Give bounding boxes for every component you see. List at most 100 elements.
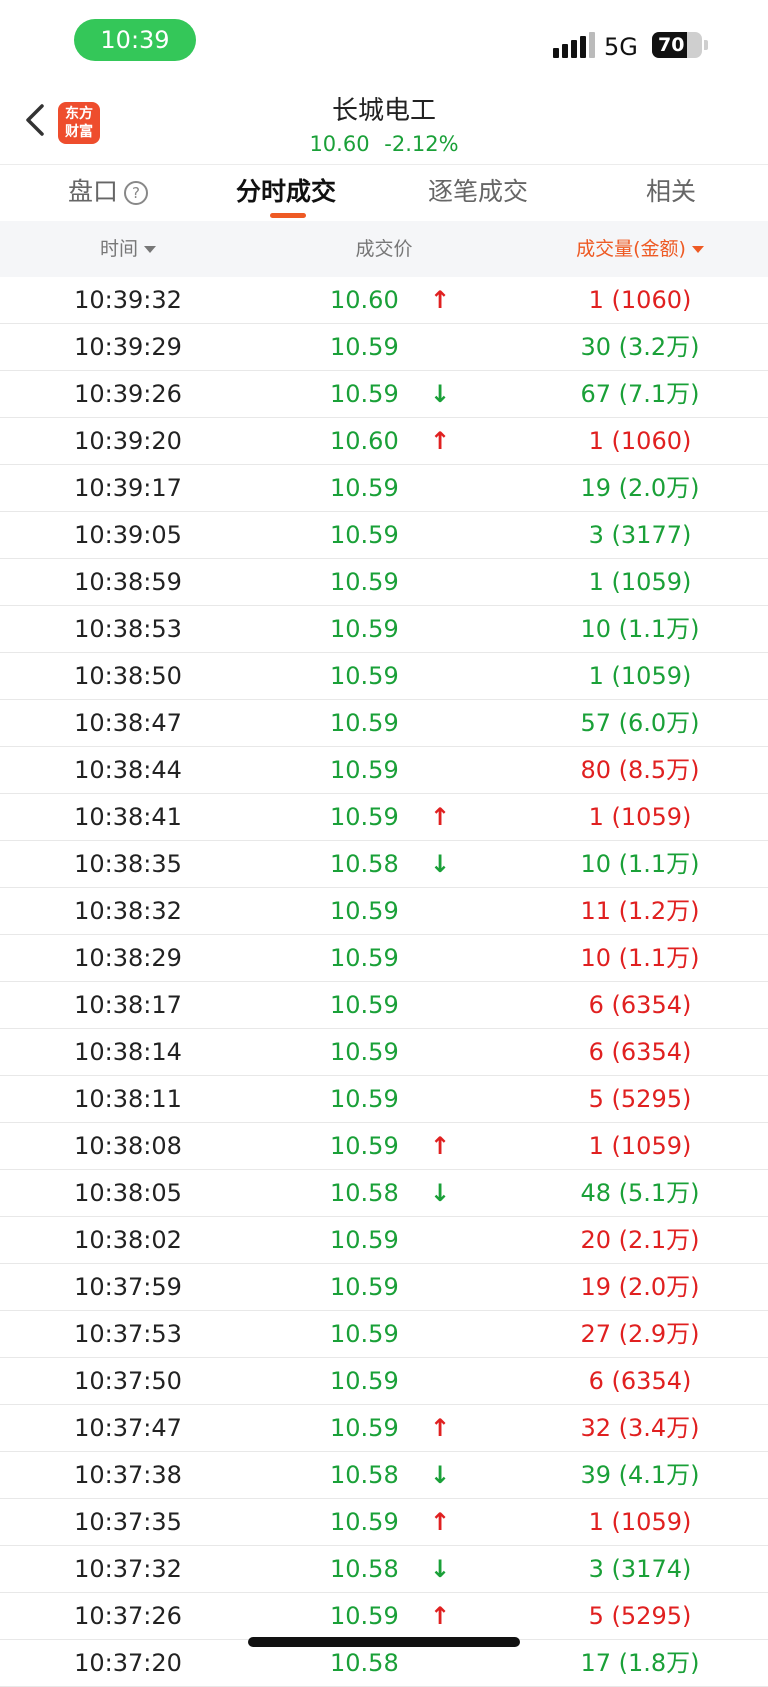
trade-time: 10:38:14: [74, 1038, 182, 1066]
trade-price: 10.59: [330, 944, 399, 972]
trade-price: 10.59: [330, 1226, 399, 1254]
trade-time: 10:39:17: [74, 474, 182, 502]
home-indicator: [248, 1637, 520, 1647]
table-row: 10:37:53 10.59 27 (2.9万): [0, 1311, 768, 1358]
stock-name: 长城电工: [331, 96, 436, 126]
table-row: 10:38:17 10.59 6 (6354): [0, 982, 768, 1029]
trade-volume: 10 (1.1万): [580, 850, 700, 878]
trade-time: 10:37:20: [74, 1649, 182, 1677]
col-volume[interactable]: 成交量(金额): [512, 221, 768, 277]
trade-time: 10:39:32: [74, 286, 182, 314]
trade-time: 10:39:29: [74, 333, 182, 361]
table-row: 10:37:32 10.58 ↓ 3 (3174): [0, 1546, 768, 1593]
trade-volume: 30 (3.2万): [580, 333, 700, 361]
trade-volume: 20 (2.1万): [580, 1226, 700, 1254]
table-row: 10:38:14 10.59 6 (6354): [0, 1029, 768, 1076]
trade-time: 10:39:20: [74, 427, 182, 455]
trade-volume: 1 (1060): [588, 427, 692, 455]
network-type: 5G: [604, 33, 638, 61]
trade-time: 10:38:02: [74, 1226, 182, 1254]
table-row: 10:38:11 10.59 5 (5295): [0, 1076, 768, 1123]
status-time: 10:39: [74, 19, 196, 61]
trade-list[interactable]: 10:39:32 10.60 ↑ 1 (1060) 10:39:29 10.59 30 (3…: [0, 277, 768, 1687]
table-row: 10:39:29 10.59 30 (3.2万): [0, 324, 768, 371]
table-row: 10:38:08 10.59 ↑ 1 (1059): [0, 1123, 768, 1170]
trade-volume: 6 (6354): [588, 1367, 692, 1395]
trade-price: 10.59: [330, 991, 399, 1019]
trade-price: 10.59: [330, 1273, 399, 1301]
table-row: 10:38:05 10.58 ↓ 48 (5.1万): [0, 1170, 768, 1217]
battery-icon: 70: [652, 32, 702, 58]
arrow-down-icon: ↓: [430, 1461, 451, 1489]
table-row: 10:38:50 10.59 1 (1059): [0, 653, 768, 700]
help-icon[interactable]: ?: [124, 181, 149, 205]
arrow-down-icon: ↓: [430, 850, 451, 878]
arrow-up-icon: ↑: [430, 1508, 451, 1536]
column-header: 时间 成交价 成交量(金额): [0, 221, 768, 277]
table-row: 10:39:20 10.60 ↑ 1 (1060): [0, 418, 768, 465]
trade-volume: 6 (6354): [588, 1038, 692, 1066]
trade-time: 10:37:32: [74, 1555, 182, 1583]
trade-price: 10.59: [330, 521, 399, 549]
table-row: 10:37:20 10.58 17 (1.8万): [0, 1640, 768, 1687]
trade-volume: 3 (3177): [588, 521, 692, 549]
trade-volume: 3 (3174): [588, 1555, 692, 1583]
trade-time: 10:38:35: [74, 850, 182, 878]
trade-price: 10.59: [330, 474, 399, 502]
tab-zhubi[interactable]: 逐笔成交: [428, 175, 528, 209]
tab-pankou[interactable]: 盘口?: [68, 175, 149, 209]
table-row: 10:38:53 10.59 10 (1.1万): [0, 606, 768, 653]
trade-time: 10:38:05: [74, 1179, 182, 1207]
arrow-up-icon: ↑: [430, 1602, 451, 1630]
trade-price: 10.59: [330, 568, 399, 596]
trade-price: 10.59: [330, 1038, 399, 1066]
table-row: 10:37:35 10.59 ↑ 1 (1059): [0, 1499, 768, 1546]
active-tab-indicator: [270, 213, 306, 218]
trade-time: 10:38:59: [74, 568, 182, 596]
trade-time: 10:37:47: [74, 1414, 182, 1442]
table-row: 10:38:47 10.59 57 (6.0万): [0, 700, 768, 747]
trade-volume: 1 (1059): [588, 1508, 692, 1536]
trade-volume: 27 (2.9万): [580, 1320, 700, 1348]
signal-icon: [553, 32, 595, 58]
trade-time: 10:38:32: [74, 897, 182, 925]
trade-time: 10:38:29: [74, 944, 182, 972]
trade-volume: 10 (1.1万): [580, 944, 700, 972]
trade-volume: 5 (5295): [588, 1085, 692, 1113]
arrow-down-icon: ↓: [430, 1555, 451, 1583]
trade-time: 10:38:53: [74, 615, 182, 643]
table-row: 10:39:05 10.59 3 (3177): [0, 512, 768, 559]
trade-time: 10:37:35: [74, 1508, 182, 1536]
trade-price: 10.59: [330, 897, 399, 925]
trade-volume: 11 (1.2万): [580, 897, 700, 925]
trade-volume: 80 (8.5万): [580, 756, 700, 784]
trade-price: 10.59: [330, 662, 399, 690]
trade-volume: 57 (6.0万): [580, 709, 700, 737]
trade-volume: 1 (1059): [588, 662, 692, 690]
stock-price: 10.60: [309, 132, 370, 156]
trade-volume: 10 (1.1万): [580, 615, 700, 643]
trade-volume: 67 (7.1万): [580, 380, 700, 408]
table-row: 10:39:17 10.59 19 (2.0万): [0, 465, 768, 512]
arrow-up-icon: ↑: [430, 1414, 451, 1442]
tab-related[interactable]: 相关: [646, 175, 696, 209]
col-time-label: 时间: [99, 238, 138, 260]
table-row: 10:38:44 10.59 80 (8.5万): [0, 747, 768, 794]
status-bar: 10:39 5G 70: [0, 0, 768, 80]
battery-tip: [704, 40, 708, 50]
trade-time: 10:38:17: [74, 991, 182, 1019]
trade-price: 10.59: [330, 1367, 399, 1395]
tab-bar: 盘口? 分时成交 逐笔成交 相关: [0, 164, 768, 222]
trade-time: 10:37:38: [74, 1461, 182, 1489]
table-row: 10:37:59 10.59 19 (2.0万): [0, 1264, 768, 1311]
trade-volume: 1 (1059): [588, 1132, 692, 1160]
trade-time: 10:37:59: [74, 1273, 182, 1301]
sort-down-icon: [144, 246, 156, 253]
table-row: 10:37:26 10.59 ↑ 5 (5295): [0, 1593, 768, 1640]
trade-volume: 1 (1059): [588, 568, 692, 596]
trade-volume: 1 (1060): [588, 286, 692, 314]
trade-volume: 1 (1059): [588, 803, 692, 831]
trade-volume: 48 (5.1万): [580, 1179, 700, 1207]
col-time[interactable]: 时间: [0, 221, 256, 277]
tab-fenshi[interactable]: 分时成交: [236, 175, 336, 209]
